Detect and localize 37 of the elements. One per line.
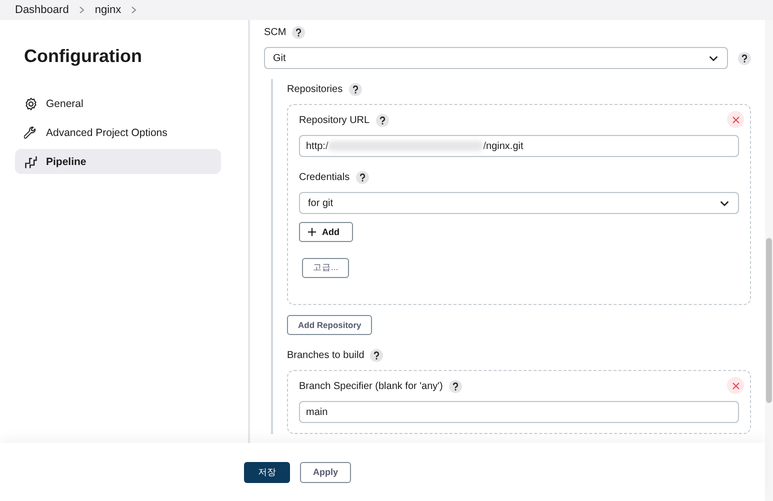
sidebar-item[interactable]: Advanced Project Options	[15, 120, 221, 145]
field-label: SCM	[264, 27, 286, 38]
wrench-icon	[24, 126, 38, 140]
add-repository-button[interactable]: Add Repository	[287, 315, 372, 335]
remove-button[interactable]	[727, 377, 744, 394]
breadcrumb-link[interactable]: nginx	[94, 4, 122, 16]
help-icon[interactable]	[356, 171, 369, 184]
url-field[interactable]: http:/ /nginx.git	[299, 135, 739, 157]
close-icon	[732, 116, 740, 124]
save-button[interactable]: 저장	[244, 462, 290, 482]
help-icon[interactable]	[292, 26, 306, 39]
help-icon[interactable]	[370, 349, 384, 362]
remove-button[interactable]	[727, 111, 744, 128]
apply-button[interactable]: Apply	[300, 462, 352, 482]
chevron-right-icon	[131, 6, 138, 14]
section-label: Repositories	[287, 84, 343, 95]
field-label: Credentials	[299, 172, 350, 183]
scm-select[interactable]: Git	[264, 47, 728, 69]
section-label: Branches to build	[287, 350, 364, 361]
field-label: Repository URL	[299, 115, 370, 126]
help-icon[interactable]	[448, 380, 462, 393]
help-icon[interactable]	[738, 52, 751, 64]
chevron-right-icon	[78, 6, 85, 14]
help-icon[interactable]	[348, 83, 362, 96]
advanced-button[interactable]: 고급...	[302, 258, 350, 278]
add-button[interactable]: Add	[299, 222, 352, 242]
branch-field[interactable]: main	[299, 401, 739, 423]
help-icon[interactable]	[376, 114, 389, 127]
credentials-select[interactable]: for git	[299, 192, 739, 214]
page-title: Configuration	[24, 46, 143, 67]
close-icon	[732, 382, 740, 390]
sidebar-item[interactable]: Pipeline	[15, 149, 221, 174]
sidebar-item[interactable]: General	[15, 91, 221, 116]
plus-icon	[308, 228, 316, 236]
field-label: Branch Specifier (blank for 'any')	[299, 381, 443, 392]
breadcrumb-link[interactable]: Dashboard	[15, 4, 69, 16]
gear-icon	[24, 96, 38, 110]
